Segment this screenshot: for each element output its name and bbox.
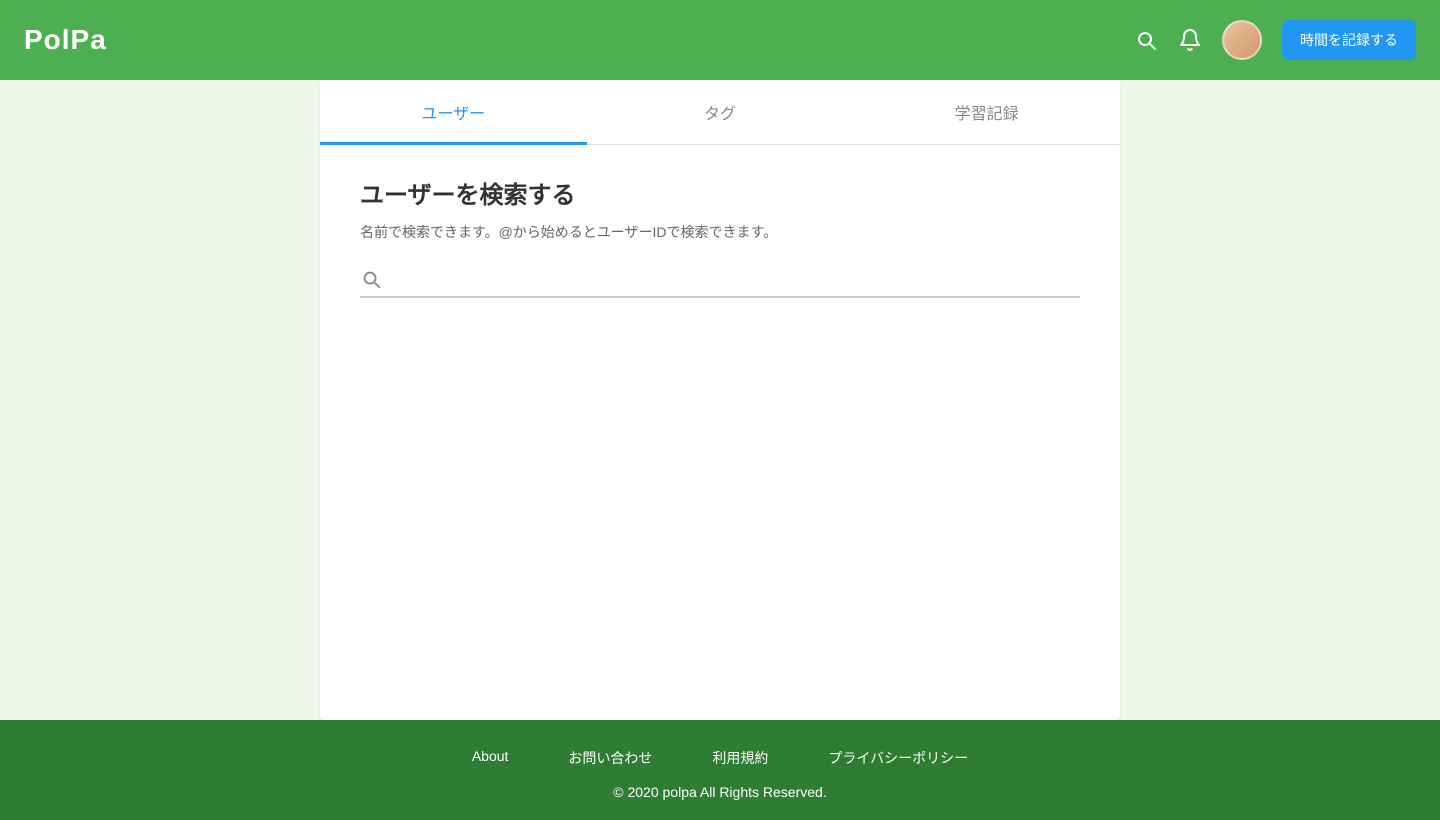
search-input-wrapper — [360, 266, 1080, 298]
search-description: 名前で検索できます。@から始めるとユーザーIDで検索できます。 — [360, 222, 1080, 242]
tab-tags[interactable]: タグ — [587, 80, 854, 144]
header-actions: 時間を記録する — [1134, 20, 1416, 60]
main-content: ユーザー タグ 学習記録 ユーザーを検索する 名前で検索できます。@から始めると… — [0, 80, 1440, 720]
notification-icon-button[interactable] — [1178, 28, 1202, 52]
footer-link-contact[interactable]: お問い合わせ — [568, 748, 652, 768]
record-time-button[interactable]: 時間を記録する — [1282, 20, 1416, 60]
search-icon-button[interactable] — [1134, 28, 1158, 52]
search-title: ユーザーを検索する — [360, 175, 1080, 210]
footer-link-about[interactable]: About — [472, 748, 509, 768]
footer-links: About お問い合わせ 利用規約 プライバシーポリシー — [0, 748, 1440, 768]
search-input[interactable] — [392, 266, 1080, 292]
footer: About お問い合わせ 利用規約 プライバシーポリシー © 2020 polp… — [0, 720, 1440, 820]
logo: PolPa — [24, 24, 107, 56]
tab-bar: ユーザー タグ 学習記録 — [320, 80, 1120, 145]
search-icon — [360, 268, 382, 290]
header: PolPa 時間を記録する — [0, 0, 1440, 80]
footer-copyright: © 2020 polpa All Rights Reserved. — [0, 784, 1440, 800]
tab-study[interactable]: 学習記録 — [853, 80, 1120, 144]
content-card: ユーザー タグ 学習記録 ユーザーを検索する 名前で検索できます。@から始めると… — [320, 80, 1120, 720]
footer-link-terms[interactable]: 利用規約 — [712, 748, 768, 768]
avatar[interactable] — [1222, 20, 1262, 60]
footer-link-privacy[interactable]: プライバシーポリシー — [828, 748, 968, 768]
search-area: ユーザーを検索する 名前で検索できます。@から始めるとユーザーIDで検索できます… — [320, 145, 1120, 338]
tab-users[interactable]: ユーザー — [320, 80, 587, 144]
